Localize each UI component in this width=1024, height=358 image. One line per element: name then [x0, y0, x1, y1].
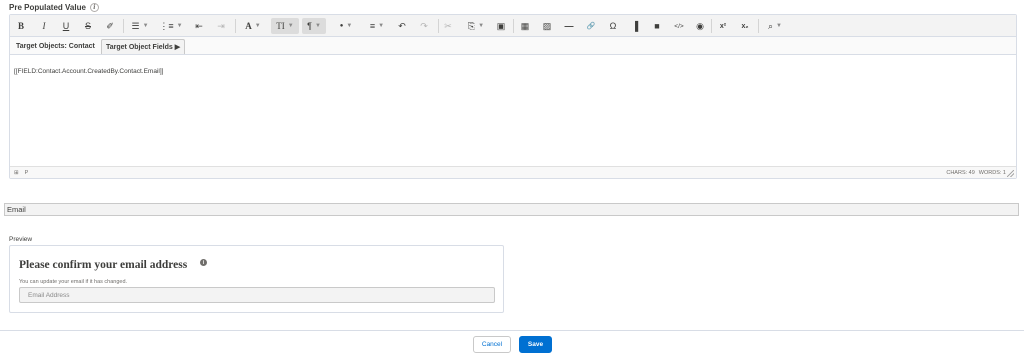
- toolbar-divider: [513, 19, 514, 33]
- numbered-list-icon: ⋮≡: [159, 20, 174, 31]
- select-all-button[interactable]: ▣: [494, 18, 508, 34]
- font-color-icon: A: [245, 21, 252, 31]
- bulleted-list-button[interactable]: ☰ ▼: [128, 18, 152, 34]
- tab-target-objects[interactable]: Target Objects: Contact: [12, 39, 99, 54]
- pre-populated-value-label: Pre Populated Value i: [9, 3, 99, 12]
- redo-button[interactable]: ↷: [417, 18, 431, 34]
- editor-toolbar: B I U S ✐ ☰ ▼ ⋮≡ ▼ ⇤ ⇥ A ▼ TI ▼ ¶ ▼ ● ▼ ≡ ▼ ↶ ↷…: [10, 15, 1016, 37]
- droplet-icon: ●: [339, 23, 344, 29]
- bulleted-list-icon: ☰: [131, 20, 140, 31]
- strikethrough-button[interactable]: S: [81, 18, 95, 34]
- preview-title: Please confirm your email address: [19, 259, 188, 271]
- info-icon[interactable]: i: [89, 3, 99, 12]
- superscript-button[interactable]: x²: [715, 18, 731, 34]
- underline-button[interactable]: U: [59, 18, 73, 34]
- cut-button[interactable]: ✂: [441, 18, 455, 34]
- outdent-button[interactable]: ⇤: [192, 18, 206, 34]
- paste-icon: ⎘: [467, 20, 476, 31]
- email-field[interactable]: [19, 287, 495, 303]
- code-view-button[interactable]: </>: [670, 18, 688, 34]
- numbered-list-button[interactable]: ⋮≡ ▼: [158, 18, 184, 34]
- insert-image-button[interactable]: ▨: [540, 18, 554, 34]
- indent-button[interactable]: ⇥: [214, 18, 228, 34]
- resize-handle-icon[interactable]: [1007, 170, 1014, 177]
- element-path-icon: ⊞: [14, 170, 19, 176]
- chevron-down-icon: ▼: [314, 23, 321, 29]
- font-size-button[interactable]: TI ▼: [271, 18, 299, 34]
- editor-statusbar: ⊞ P CHARS: 49 WORDS: 1: [10, 166, 1016, 178]
- font-color-button[interactable]: A ▼: [240, 18, 266, 34]
- element-path-tag[interactable]: P: [25, 170, 29, 176]
- chevron-down-icon: ▼: [142, 23, 149, 29]
- char-count: CHARS: 49: [946, 170, 975, 176]
- inline-style-button[interactable]: ● ▼: [334, 18, 358, 34]
- special-characters-button[interactable]: Ω: [606, 18, 620, 34]
- save-button[interactable]: Save: [519, 336, 552, 353]
- insert-table-button[interactable]: ▦: [518, 18, 532, 34]
- toolbar-divider: [438, 19, 439, 33]
- paragraph-icon: ¶: [307, 21, 312, 31]
- preview-label: Preview: [9, 236, 33, 243]
- chevron-down-icon: ▼: [378, 23, 385, 29]
- field-label-text: Pre Populated Value: [9, 3, 86, 12]
- chevron-down-icon: ▼: [287, 23, 294, 29]
- align-button[interactable]: ≡ ▼: [365, 18, 389, 34]
- bold-button[interactable]: B: [14, 18, 28, 34]
- preview-button[interactable]: ◉: [693, 18, 707, 34]
- insert-file-button[interactable]: ▐: [628, 18, 642, 34]
- font-size-icon: TI: [276, 21, 285, 31]
- chevron-down-icon: ▼: [478, 23, 485, 29]
- insert-link-button[interactable]: 🔗: [584, 18, 598, 34]
- italic-button[interactable]: I: [37, 18, 51, 34]
- remove-format-button[interactable]: ✐: [103, 18, 117, 34]
- toolbar-divider: [123, 19, 124, 33]
- paragraph-format-button[interactable]: ¶ ▼: [302, 18, 326, 34]
- undo-button[interactable]: ↶: [395, 18, 409, 34]
- search-icon: ⌕: [768, 20, 774, 31]
- chevron-down-icon: ▼: [254, 23, 261, 29]
- merge-field-tabbar: Target Objects: Contact Target Object Fi…: [10, 37, 1016, 55]
- footer-divider: [0, 330, 1024, 331]
- tab-target-object-fields[interactable]: Target Object Fields ▶: [101, 39, 186, 54]
- info-icon[interactable]: i: [200, 259, 207, 266]
- chevron-down-icon: ▼: [776, 23, 782, 29]
- rich-text-editor[interactable]: B I U S ✐ ☰ ▼ ⋮≡ ▼ ⇤ ⇥ A ▼ TI ▼ ¶ ▼ ● ▼ ≡ ▼ ↶ ↷…: [9, 14, 1017, 179]
- insert-video-button[interactable]: ■: [650, 18, 664, 34]
- cancel-button[interactable]: Cancel: [473, 336, 511, 353]
- word-count: WORDS: 1: [978, 170, 1006, 176]
- chevron-down-icon: ▼: [346, 23, 353, 29]
- align-icon: ≡: [369, 21, 376, 31]
- preview-help-text: You can update your email if it has chan…: [19, 279, 128, 285]
- preview-card: Please confirm your email address i You …: [9, 245, 504, 313]
- chevron-down-icon: ▼: [176, 23, 183, 29]
- toolbar-divider: [758, 19, 759, 33]
- find-replace-button[interactable]: ⌕ ▼: [763, 18, 787, 34]
- subscript-button[interactable]: x₂: [737, 18, 753, 34]
- editor-content[interactable]: [[FIELD:Contact.Account.CreatedBy.Contac…: [14, 68, 163, 75]
- horizontal-line-button[interactable]: —: [562, 18, 576, 34]
- paste-button[interactable]: ⎘ ▼: [463, 18, 489, 34]
- resolved-value-bar: Email: [4, 203, 1019, 216]
- toolbar-divider: [235, 19, 236, 33]
- toolbar-divider: [711, 19, 712, 33]
